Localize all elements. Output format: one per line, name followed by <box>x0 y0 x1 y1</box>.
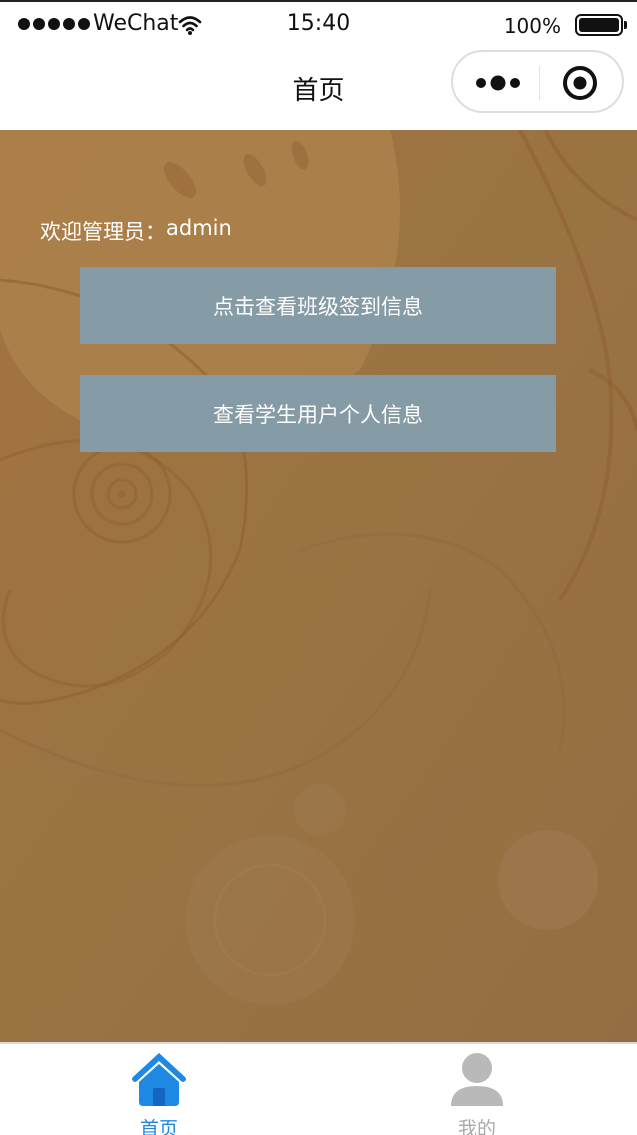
welcome-prefix: 欢迎管理员： <box>40 220 166 244</box>
close-mini-program-icon[interactable] <box>561 64 599 102</box>
tab-mine[interactable]: 我的 <box>318 1044 636 1135</box>
more-options-icon[interactable] <box>473 73 523 93</box>
home-icon <box>132 1053 186 1106</box>
tab-bar: 首页 我的 <box>0 1042 637 1135</box>
admin-username: admin <box>166 216 232 240</box>
tab-mine-label: 我的 <box>457 1118 496 1135</box>
battery-icon <box>575 14 627 36</box>
view-student-info-label: 查看学生用户个人信息 <box>213 402 423 427</box>
user-icon <box>451 1053 503 1106</box>
capsule-divider <box>539 66 540 100</box>
tab-home[interactable]: 首页 <box>0 1044 318 1135</box>
navigation-bar: 首页 <box>0 46 637 130</box>
mini-program-capsule <box>451 50 624 113</box>
battery-percentage: 100% <box>503 14 561 38</box>
main-content: 欢迎管理员： admin 点击查看班级签到信息 查看学生用户个人信息 <box>0 130 637 1042</box>
welcome-message: 欢迎管理员： admin <box>40 216 232 246</box>
status-bar: WeChat 15:40 100% <box>0 2 637 46</box>
tab-home-label: 首页 <box>139 1118 178 1135</box>
view-class-checkin-button[interactable]: 点击查看班级签到信息 <box>80 267 556 344</box>
view-student-info-button[interactable]: 查看学生用户个人信息 <box>80 375 556 452</box>
view-class-checkin-label: 点击查看班级签到信息 <box>213 294 423 319</box>
